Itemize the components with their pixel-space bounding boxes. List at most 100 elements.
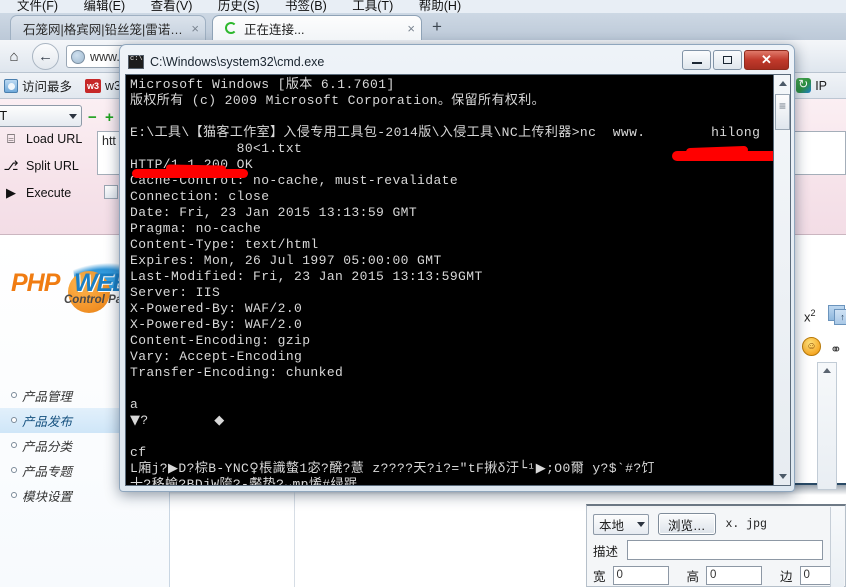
content-column-separator [294,487,295,587]
scroll-down-icon[interactable] [774,468,790,485]
globe-icon [71,49,85,64]
browse-button[interactable]: 浏览… [658,513,716,535]
cmd-window-buttons: ✕ [680,50,789,70]
bullet-icon [11,467,17,473]
cmd-console-output[interactable]: Microsoft Windows [版本 6.1.7601] 版权所有 (c) … [125,74,791,486]
scroll-up-icon[interactable] [823,368,831,373]
screenshot-root: 文件F 编辑E 查看V 历史S 书签B 工具T 帮助H 石笼网|格宾网|铅丝笼|… [0,0,846,587]
cmd-icon [128,55,144,69]
browser-menubar: 文件F 编辑E 查看V 历史S 书签B 工具T 帮助H [0,0,846,13]
width-label: 宽 [593,570,606,584]
cmd-output-text: Microsoft Windows [版本 6.1.7601] 版权所有 (c) … [130,77,760,486]
cmd-output-line: X-Powered-By: WAF/2.0 [130,317,303,332]
chevron-down-icon [69,113,77,119]
hackbar-split-url-row[interactable]: ⎇ Split URL [0,158,79,174]
logo-php-text: PHP [11,269,60,297]
sidebar-item-label: 产品分类 [22,440,73,454]
menu-item-bookmarks[interactable]: 书签B [274,0,338,13]
cmd-output-line: Expires: Mon, 26 Jul 1997 05:00:00 GMT [130,253,442,268]
form-scrollbar[interactable] [830,507,844,587]
tab-close-icon[interactable]: × [401,21,415,36]
upload-dimensions-row: 宽 0 高 0 边 0 [593,566,840,585]
sidebar-item-label: 产品专题 [22,465,73,479]
cmd-output-line: ▼? ◆ [130,413,225,428]
menu-item-history[interactable]: 历史S [207,0,271,13]
hackbar-plus-button[interactable]: + [105,109,114,126]
link-icon[interactable]: ⚭ [830,341,842,358]
editor-scrollbar[interactable] [817,362,837,490]
home-icon[interactable]: ⌂ [4,47,24,67]
minimize-button[interactable] [682,50,711,70]
smiley-icon[interactable]: ☺ [802,337,821,356]
menu-item-view[interactable]: 查看V [140,0,204,13]
cmd-output-line: 80<1.txt [130,141,303,156]
description-input[interactable] [627,540,823,560]
browser-tab-inactive[interactable]: 石笼网|格宾网|铅丝笼|雷诺护... × [10,15,206,40]
chevron-down-icon [637,521,645,527]
maximize-button[interactable] [713,50,742,70]
cmd-output-line: 十?移蝓?BDjW陓?-齾垫?↔mp烯#绿踞 [130,477,358,486]
cmd-output-line [130,381,758,397]
tab-label: 正在连接... [244,22,305,37]
cmd-output-line: cf [130,445,147,460]
description-label: 描述 [593,544,619,559]
bookmark-most-visited[interactable]: 访问最多 [4,76,72,95]
hackbar-minus-button[interactable]: − [88,109,97,126]
hackbar-post-checkbox[interactable] [104,185,118,199]
address-bar-value: www. [90,49,120,64]
menu-item-edit[interactable]: 编辑E [72,0,136,13]
menu-item-help[interactable]: 帮助H [408,0,472,13]
image-upload-form: 本地 浏览… x. jpg 描述 宽 0 高 0 边 0 [586,504,846,587]
height-label: 高 [686,570,700,584]
loading-spinner-icon [225,22,237,34]
menu-item-file[interactable]: 文件F [6,0,69,13]
new-tab-button[interactable]: + [432,18,442,35]
bullet-icon [11,417,17,423]
close-button[interactable]: ✕ [744,50,789,70]
height-input[interactable]: 0 [706,566,763,585]
sidebar-item-label: 产品发布 [22,415,73,429]
tab-label: 石笼网|格宾网|铅丝笼|雷诺护... [23,22,186,37]
browser-tab-active[interactable]: 正在连接... × [212,15,422,40]
cmd-output-line: Last-Modified: Fri, 23 Jan 2015 13:13:59… [130,269,483,284]
tab-close-icon[interactable]: × [185,21,199,36]
menu-item-tools[interactable]: 工具T [341,0,404,13]
cmd-output-line: L廂j?▶D?棕B-YNC♀棖識螫1宓?醗?薏 z????天?i?="tF揪δ汙… [130,461,655,476]
cmd-output-line: 版权所有 (c) 2009 Microsoft Corporation。保留所有… [130,93,546,108]
ip-refresh-icon [796,77,812,93]
tab-strip: 石笼网|格宾网|铅丝笼|雷诺护... × 正在连接... × + [0,13,846,40]
cmd-output-line: Microsoft Windows [版本 6.1.7601] [130,77,395,92]
w3-icon: w3 [85,78,102,93]
back-button-icon[interactable]: ← [32,43,59,70]
load-url-icon: ⌸ [7,131,15,146]
superscript-icon[interactable]: x2 [804,308,816,324]
cmd-titlebar: C:\Windows\system32\cmd.exe ✕ [125,50,789,74]
cmd-output-line: a [130,397,139,412]
superscript-box-icon[interactable]: ↑ [834,309,846,325]
cmd-output-line: Content-Encoding: gzip [130,333,311,348]
redaction-mark-port-2 [165,164,227,173]
scroll-up-icon[interactable] [774,75,790,92]
width-input[interactable]: 0 [612,566,669,585]
upload-filename: x. jpg [725,517,767,531]
hackbar-encoding-select[interactable]: INT [0,105,82,127]
hackbar-execute-row[interactable]: ▶ Execute [0,185,71,201]
bookmark-ip[interactable]: IP [796,77,827,93]
hackbar-load-url-row[interactable]: ⌸ Load URL [0,131,82,147]
cmd-output-line: X-Powered-By: WAF/2.0 [130,301,303,316]
hackbar-encoding-value: INT [0,109,8,123]
upload-source-select[interactable]: 本地 [593,513,649,535]
sidebar-item-label: 产品管理 [22,390,73,404]
bookmark-label: 访问最多 [22,80,73,94]
hackbar-split-url-label: Split URL [26,159,79,173]
command-prompt-window[interactable]: C:\Windows\system32\cmd.exe ✕ Microsoft … [119,44,795,492]
bullet-icon [11,392,17,398]
cmd-scrollbar[interactable] [773,75,790,485]
hackbar-load-url-label: Load URL [26,132,83,146]
cmd-output-line: Date: Fri, 23 Jan 2015 13:13:59 GMT [130,205,418,220]
cmd-output-line: Vary: Accept-Encoding [130,349,303,364]
cmd-scroll-thumb[interactable] [775,94,790,130]
cmd-output-line: Server: IIS [130,285,221,300]
cmd-output-line: Connection: close [130,189,270,204]
border-label: 边 [780,570,793,584]
